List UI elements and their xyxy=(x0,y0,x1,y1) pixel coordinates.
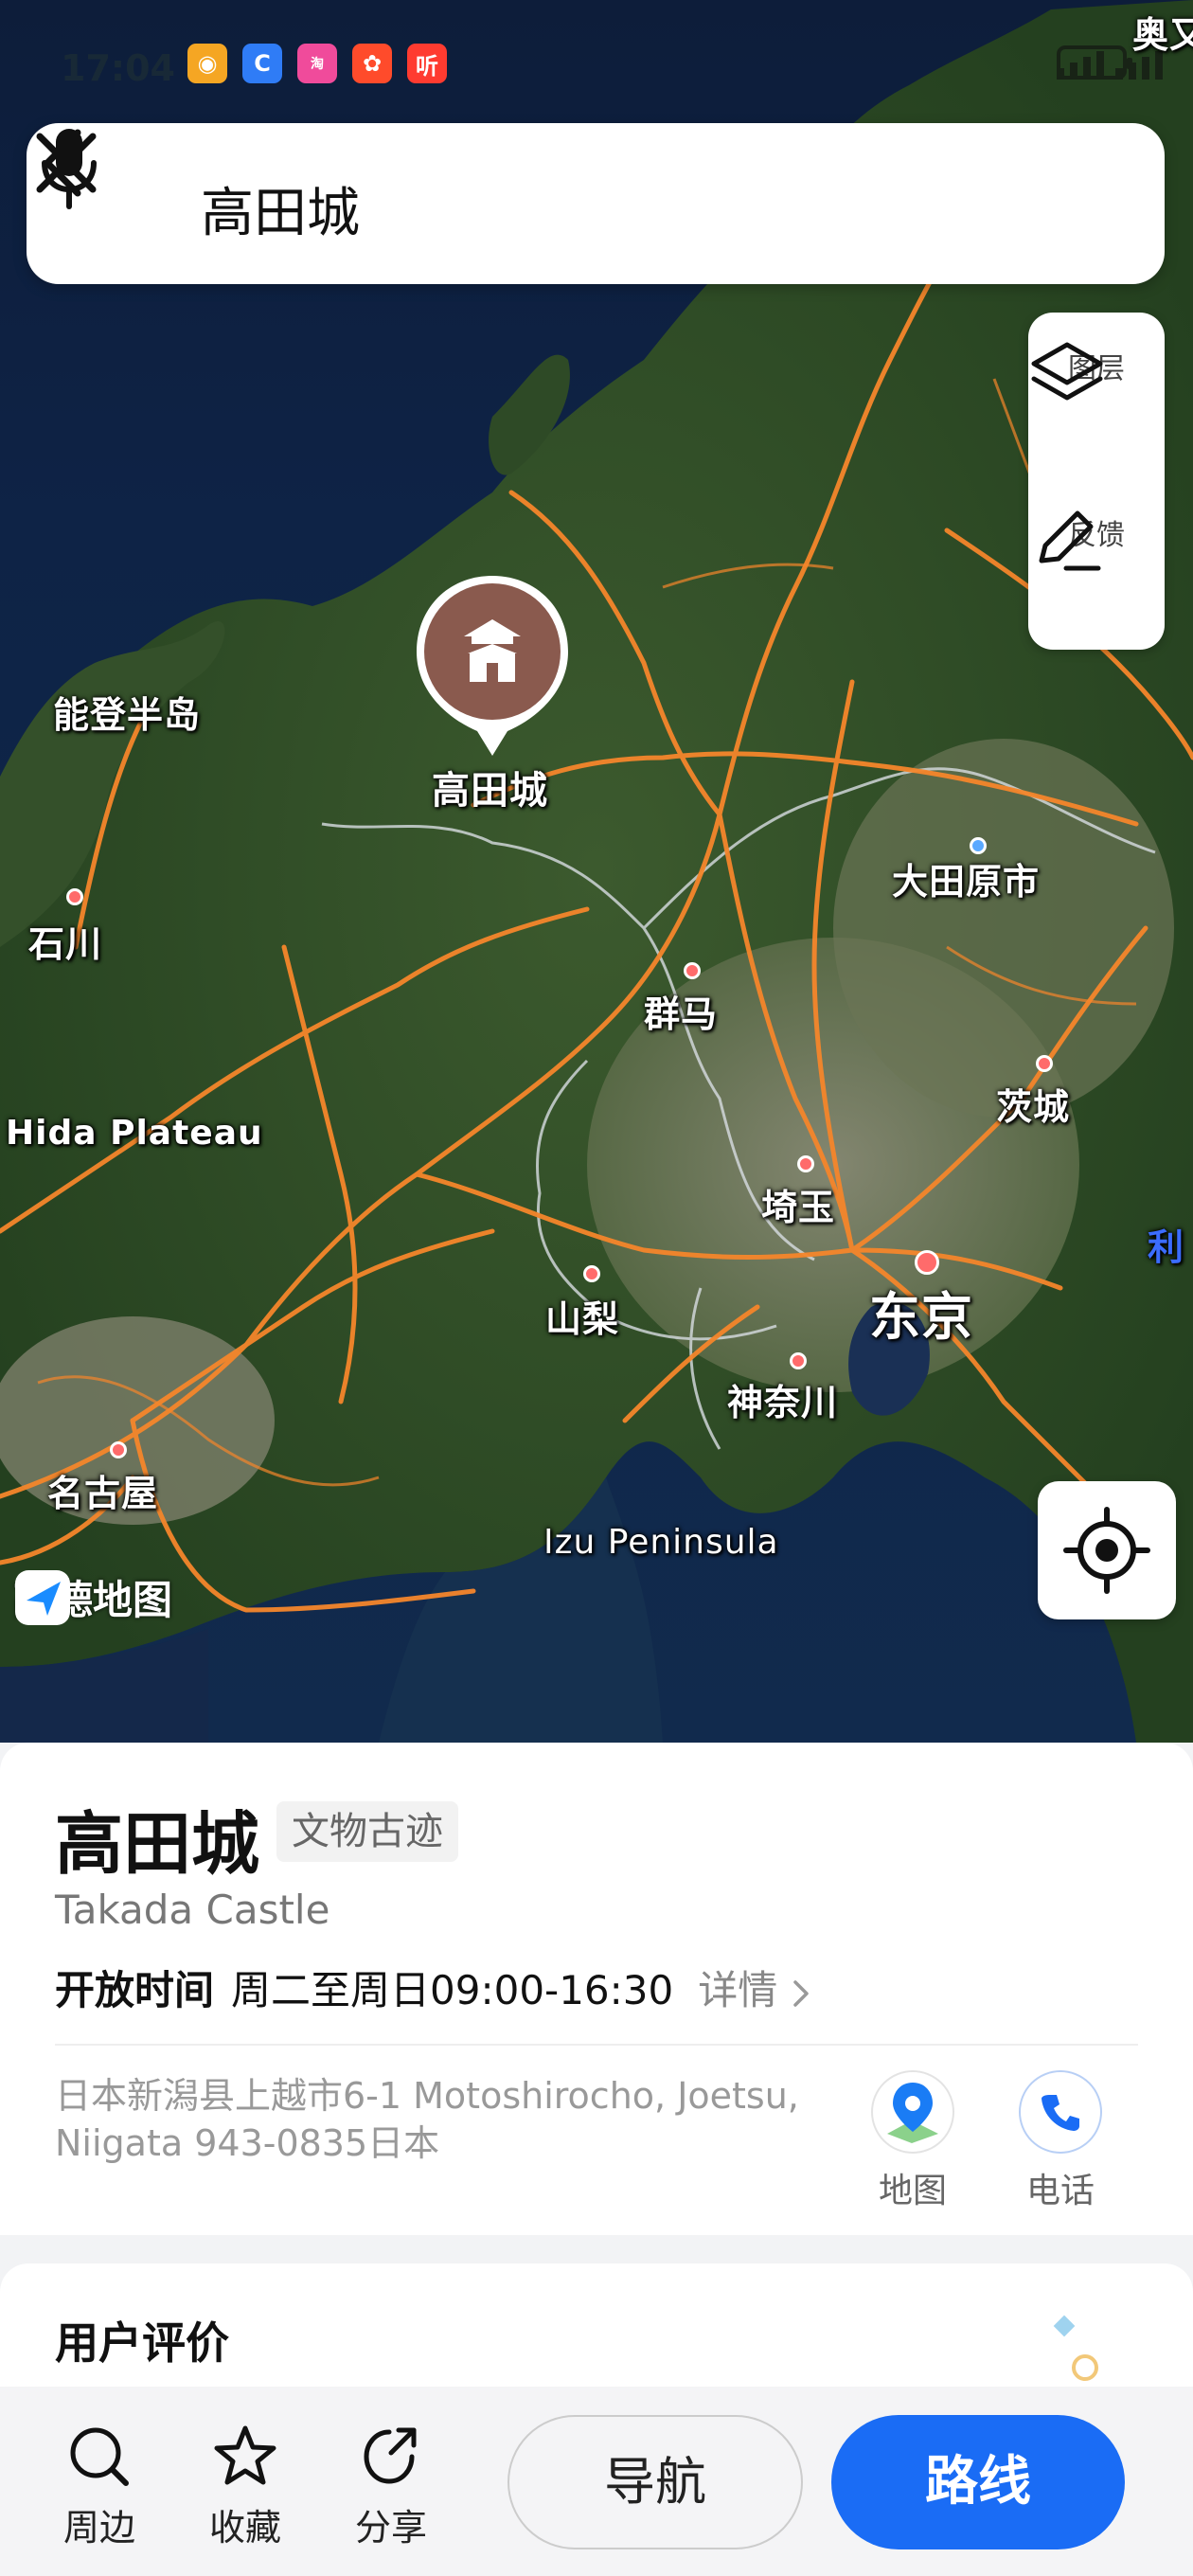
share-label: 分享 xyxy=(354,2507,427,2549)
map-label-poi: 高田城 xyxy=(432,769,548,813)
hours-value: 周二至周日09:00-16:30 xyxy=(231,1967,674,2013)
navigate-button[interactable]: 导航 xyxy=(507,2415,803,2549)
city-dot xyxy=(110,1441,127,1458)
battery-icon xyxy=(1057,45,1132,80)
chevron-right-icon xyxy=(792,1979,809,2007)
capital-dot xyxy=(915,1250,939,1275)
phone-icon xyxy=(1019,2070,1102,2154)
taobao-promo-icon: 淘 xyxy=(297,44,337,83)
poi-address: 日本新潟县上越市6-1 Motoshirocho, Joetsu, Niigat… xyxy=(55,2075,799,2164)
amap-logo: 高德地图 xyxy=(13,1568,172,1626)
favorite-button[interactable]: 收藏 xyxy=(184,2423,307,2550)
nearby-button[interactable]: 周边 xyxy=(38,2423,161,2550)
map-button[interactable]: 地图 xyxy=(837,2070,988,2212)
poi-english-name: Takada Castle xyxy=(55,1887,330,1933)
reviews-title: 用户评价 xyxy=(55,2317,229,2369)
opening-hours-row: 开放时间 周二至周日09:00-16:30 详情 xyxy=(55,1959,811,2016)
map-label-nagoya: 名古屋 xyxy=(47,1473,159,1514)
map-label-hida: Hida Plateau xyxy=(6,1114,263,1153)
map-button-label: 地图 xyxy=(878,2172,947,2210)
favorite-label: 收藏 xyxy=(208,2507,281,2549)
close-icon[interactable] xyxy=(27,123,106,203)
status-bar: 17:04 ◉ C 淘 ✿ 听 xyxy=(0,38,1193,98)
route-button[interactable]: 路线 xyxy=(831,2415,1125,2549)
city-dot xyxy=(790,1352,807,1369)
layers-button[interactable]: 图层 xyxy=(1028,339,1165,401)
map-label-edge-top: 奥又 xyxy=(1132,14,1193,56)
map-label-edge-right: 利 xyxy=(1148,1226,1185,1268)
map-label-saitama: 埼玉 xyxy=(761,1187,836,1228)
poi-info-card[interactable]: 高田城 文物古迹 Takada Castle 开放时间 周二至周日09:00-1… xyxy=(0,1743,1193,2235)
status-indicators xyxy=(1057,45,1163,80)
locate-button[interactable] xyxy=(1038,1481,1176,1619)
star-icon xyxy=(214,2425,276,2485)
map-label-yamanashi: 山梨 xyxy=(545,1298,620,1340)
map-label-gunma: 群马 xyxy=(644,993,719,1035)
city-dot xyxy=(66,888,83,905)
map-label-izu: Izu Peninsula xyxy=(543,1523,779,1562)
search-bar[interactable]: 高田城 xyxy=(27,123,1165,284)
layers-icon xyxy=(1031,342,1103,401)
browser-360-icon: C xyxy=(242,44,282,83)
status-time: 17:04 xyxy=(61,47,175,89)
map-label-kanagawa: 神奈川 xyxy=(727,1382,839,1423)
map-view[interactable]: 17:04 ◉ C 淘 ✿ 听 奥又 能登半岛 石川 Hida Plateau … xyxy=(0,0,1193,1743)
decoration-icon xyxy=(1053,2315,1098,2381)
hours-label: 开放时间 xyxy=(55,1967,215,2013)
city-dot xyxy=(797,1155,814,1172)
ting-icon: 听 xyxy=(407,44,447,83)
edit-pen-icon xyxy=(1039,510,1101,571)
map-pin-icon xyxy=(871,2070,954,2154)
poi-title: 高田城 xyxy=(55,1804,260,1884)
share-button[interactable]: 分享 xyxy=(329,2423,453,2550)
city-dot xyxy=(1036,1055,1053,1072)
poi-category-badge: 文物古迹 xyxy=(276,1801,458,1862)
map-label-ibaraki: 茨城 xyxy=(996,1086,1071,1128)
city-dot xyxy=(583,1265,600,1282)
share-icon xyxy=(364,2427,417,2484)
amap-logo-icon xyxy=(15,1570,70,1625)
map-tools-panel: 图层 反馈 xyxy=(1028,313,1165,650)
map-label-otawara: 大田原市 xyxy=(892,861,1041,903)
phone-button[interactable]: 电话 xyxy=(985,2070,1136,2212)
city-dot xyxy=(684,962,701,979)
weibo-icon: ◉ xyxy=(187,44,227,83)
divider xyxy=(55,2044,1138,2046)
phone-button-label: 电话 xyxy=(1025,2172,1095,2210)
locate-crosshair-icon xyxy=(1063,1507,1150,1594)
search-input[interactable]: 高田城 xyxy=(201,170,360,247)
search-icon xyxy=(70,2427,129,2486)
map-label-tokyo: 东京 xyxy=(869,1287,973,1347)
nearby-label: 周边 xyxy=(62,2507,135,2549)
hours-details-link[interactable]: 详情 xyxy=(698,1959,810,2016)
poi-marker[interactable] xyxy=(413,572,572,760)
map-label-ishikawa: 石川 xyxy=(28,923,103,965)
bottom-action-bar: 周边 收藏 分享 导航 路线 xyxy=(0,2387,1193,2576)
map-label-noto: 能登半岛 xyxy=(53,694,202,736)
feedback-button[interactable]: 反馈 xyxy=(1028,506,1165,571)
castle-pin-icon xyxy=(417,576,568,756)
pinduoduo-icon: ✿ xyxy=(352,44,392,83)
